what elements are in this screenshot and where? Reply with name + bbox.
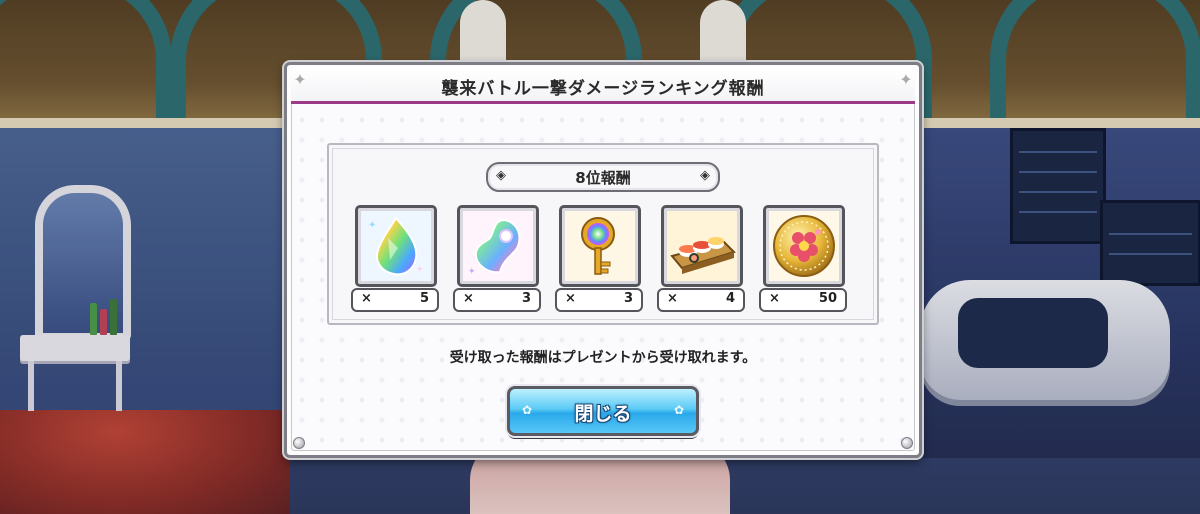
reward-icon-frame xyxy=(763,205,845,287)
corner-ornament-icon: ✦ xyxy=(899,70,913,89)
rank-banner: ◈ 8位報酬 ◈ xyxy=(486,162,720,192)
sparkle-icon: ✿ xyxy=(673,403,684,417)
reward-icon-frame xyxy=(661,205,743,287)
svg-text:✦: ✦ xyxy=(368,220,376,231)
reward-icon-frame: ✦ xyxy=(457,205,539,287)
reward-count: × 5 xyxy=(351,288,439,312)
reward-frame: ◈ 8位報酬 ◈ ✦ ✦ × 5 ✦ × 3 × 3 × 4 × 50 xyxy=(327,143,879,325)
reward-count: × 50 xyxy=(759,288,847,312)
reward-count: × 3 xyxy=(453,288,541,312)
rainbow-key-icon xyxy=(565,211,635,281)
sushi-platter-icon xyxy=(667,211,737,281)
reward-icon-frame xyxy=(559,205,641,287)
reward-count: × 3 xyxy=(555,288,643,312)
diamond-icon: ◈ xyxy=(700,168,710,183)
close-button[interactable]: ✿ 閉じる ✿ xyxy=(507,386,699,436)
corner-ornament-icon: ✦ xyxy=(293,70,307,89)
dialog-title: 襲来バトル一撃ダメージランキング報酬 xyxy=(441,79,765,99)
reward-icon-frame: ✦ ✦ xyxy=(355,205,437,287)
bolt-icon xyxy=(901,437,913,449)
svg-text:✦: ✦ xyxy=(468,267,476,277)
rainbow-crystal-drop-icon: ✦ ✦ xyxy=(361,211,431,281)
svg-text:✦: ✦ xyxy=(416,265,424,275)
reward-dialog: 襲来バトル一撃ダメージランキング報酬 ✦ ✦ ◈ 8位報酬 ◈ ✦ ✦ × 5 … xyxy=(284,62,922,458)
bolt-icon xyxy=(293,437,305,449)
close-button-label: 閉じる xyxy=(574,403,632,425)
rank-label: 8位報酬 xyxy=(575,169,631,187)
dialog-header: 襲来バトル一撃ダメージランキング報酬 xyxy=(291,69,915,104)
gold-flower-medal-icon xyxy=(769,211,839,281)
reward-count: × 4 xyxy=(657,288,745,312)
rainbow-magatama-icon: ✦ xyxy=(463,211,533,281)
reward-note: 受け取った報酬はプレゼントから受け取れます。 xyxy=(449,350,757,366)
